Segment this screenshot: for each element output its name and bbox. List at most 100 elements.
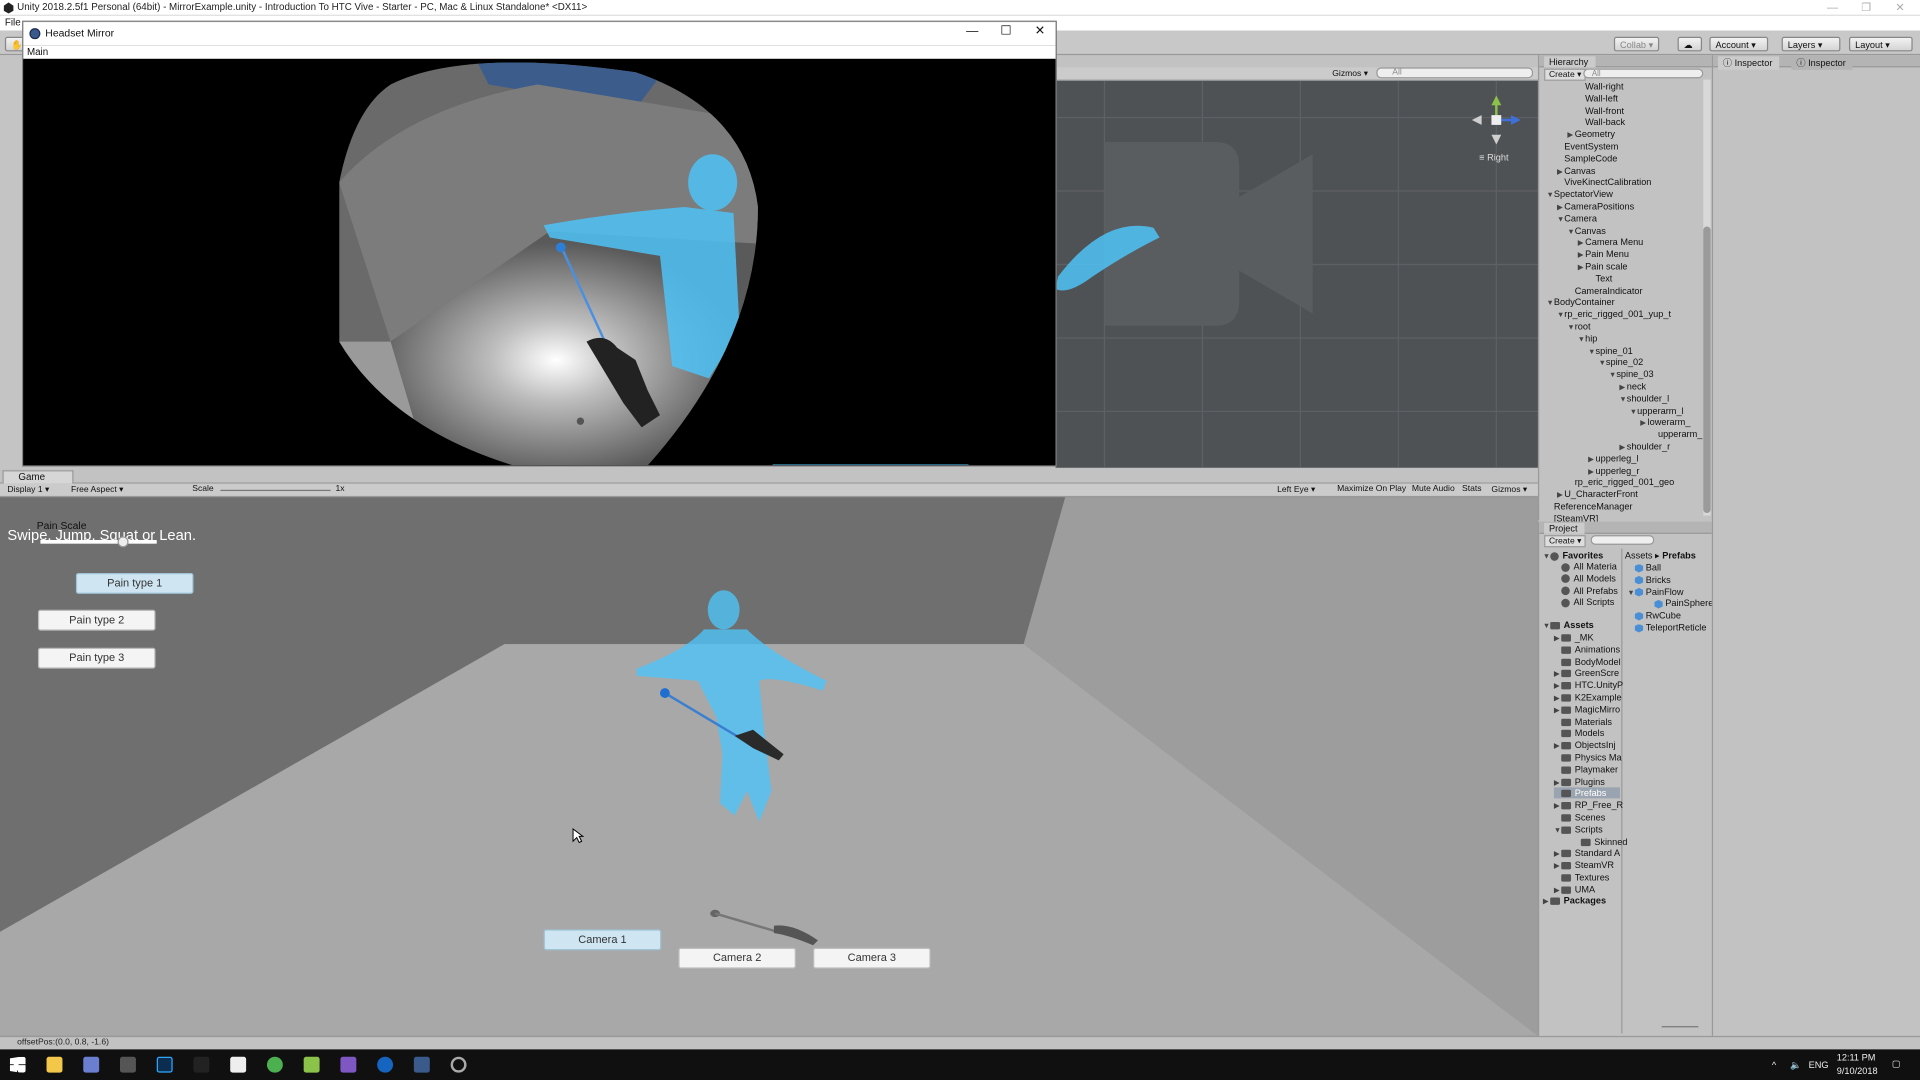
steam-icon[interactable] [377,1056,394,1073]
file-explorer-icon[interactable] [46,1056,63,1073]
expanded-arrow-icon[interactable]: ▼ [1578,336,1585,343]
collapsed-arrow-icon[interactable]: ▼ [1554,828,1561,835]
inspector-tab-1[interactable]: ⓘ Inspector [1717,56,1780,70]
hierarchy-row[interactable]: ▶ upperleg_l [1588,453,1638,464]
collapsed-arrow-icon[interactable]: ▶ [1578,263,1585,271]
collapsed-arrow-icon[interactable]: ▶ [1543,898,1550,906]
project-folder[interactable]: Materials [1554,716,1612,727]
minimize-icon[interactable]: — [1827,1,1838,13]
camera-3-button[interactable]: Camera 3 [813,947,931,969]
camera-2-button[interactable]: Camera 2 [678,947,796,969]
aspect-select[interactable]: Free Aspect ▾ [71,485,123,495]
layout-button[interactable]: Layout ▾ [1848,36,1913,52]
hierarchy-row[interactable]: ▼rp_eric_rigged_001_yup_t [1557,309,1671,320]
expanded-arrow-icon[interactable]: ▼ [1543,553,1550,560]
expanded-arrow-icon[interactable]: ▼ [1599,360,1606,367]
mirror-close-icon[interactable]: ✕ [1035,24,1045,37]
collapsed-arrow-icon[interactable]: ▶ [1554,706,1561,715]
hierarchy-row[interactable]: ▶ U_CharacterFront [1557,489,1638,500]
project-folder[interactable]: ▶ SteamVR [1554,860,1614,871]
project-folder[interactable]: ▶ Plugins [1554,776,1605,787]
collapsed-arrow-icon[interactable]: ▶ [1578,251,1585,259]
hierarchy-row[interactable]: ▶ Pain scale [1578,261,1628,272]
pain-scale-slider[interactable] [40,536,157,548]
clock-time[interactable]: 12:11 PM [1837,1052,1876,1063]
project-folder[interactable]: ▶ ObjectsInj [1554,740,1616,751]
favorite-item[interactable]: All Materia [1561,561,1617,572]
project-folder[interactable]: ▶ UMA [1554,884,1595,895]
hierarchy-row[interactable]: ▼spine_02 [1599,357,1644,368]
menu-file[interactable]: File [5,17,21,28]
project-folder[interactable]: ▶ _MK [1554,632,1594,643]
mirror-menu-main[interactable]: Main [27,47,48,58]
collapsed-arrow-icon[interactable]: ▶ [1619,383,1626,391]
project-folder[interactable]: ▶ GreenScre [1554,668,1619,679]
expanded-arrow-icon[interactable]: ▼ [1557,216,1564,223]
hierarchy-search-input[interactable]: All [1583,68,1704,79]
camera-1-button[interactable]: Camera 1 [543,929,662,951]
hierarchy-create-button[interactable]: Create ▾ [1544,68,1587,81]
pain-scale-handle[interactable] [116,536,128,548]
hierarchy-row[interactable]: ▼Canvas [1567,225,1605,236]
git-icon[interactable] [193,1056,210,1073]
hierarchy-row[interactable]: ▼hip [1578,333,1598,344]
stats-toggle[interactable]: Stats [1462,485,1482,494]
unity-taskbar-icon[interactable] [230,1056,247,1073]
hierarchy-row[interactable]: ▶ Pain Menu [1578,249,1629,260]
scene-view[interactable]: ≡ Right [1055,80,1538,468]
hierarchy-row[interactable]: ▼spine_03 [1609,369,1654,380]
hierarchy-tab[interactable]: Hierarchy [1544,56,1596,68]
expanded-arrow-icon[interactable]: ▼ [1630,408,1637,415]
game-gizmos-button[interactable]: Gizmos ▾ [1491,485,1527,495]
hierarchy-row[interactable]: ▶ Canvas [1557,165,1595,176]
prefab-item[interactable]: RwCube [1627,610,1681,621]
packages-root[interactable]: ▶ Packages [1543,895,1606,906]
hierarchy-row[interactable]: SampleCode [1557,153,1617,164]
hierarchy-row[interactable]: Text [1588,273,1613,284]
hierarchy-row[interactable]: ▼SpectatorView [1547,189,1613,200]
collapsed-arrow-icon[interactable]: ▶ [1554,694,1561,703]
collapsed-arrow-icon[interactable]: ▶ [1557,203,1564,211]
collapsed-arrow-icon[interactable]: ▶ [1554,850,1561,858]
hierarchy-row[interactable]: EventSystem [1557,141,1618,152]
collapsed-arrow-icon[interactable]: ▶ [1640,419,1647,427]
hierarchy-row[interactable]: ViveKinectCalibration [1557,177,1651,188]
hierarchy-row[interactable]: CameraIndicator [1567,285,1643,296]
tray-chevron-icon[interactable]: ^ [1772,1059,1776,1070]
scene-gizmos-button[interactable]: Gizmos ▾ [1332,69,1368,79]
hierarchy-row[interactable]: Wall-left [1578,93,1618,104]
collapsed-arrow-icon[interactable]: ▶ [1554,682,1561,690]
notepad-icon[interactable] [303,1056,320,1073]
hierarchy-row[interactable]: ▼upperarm_l [1630,405,1684,416]
hierarchy-scrollbar[interactable] [1703,79,1711,516]
eye-select[interactable]: Left Eye ▾ [1277,485,1315,495]
project-folder[interactable]: Skinned [1573,836,1627,847]
hierarchy-row[interactable]: ▶ Camera Menu [1578,237,1644,248]
project-folder[interactable]: ▶ RP_Free_R [1554,800,1623,811]
save-icon[interactable] [83,1056,100,1073]
pain-type-2-button[interactable]: Pain type 2 [37,609,156,631]
layers-button[interactable]: Layers ▾ [1781,36,1841,52]
expanded-arrow-icon[interactable]: ▼ [1547,300,1554,307]
expanded-arrow-icon[interactable]: ▼ [1557,312,1564,319]
project-folder[interactable]: Models [1554,728,1604,739]
collapsed-arrow-icon[interactable]: ▶ [1554,670,1561,678]
hierarchy-row[interactable]: upperarm_ [1651,429,1702,440]
hierarchy-row[interactable]: ▼shoulder_l [1619,393,1669,404]
collapsed-arrow-icon[interactable]: ▶ [1619,443,1626,451]
prefab-item[interactable]: Bricks [1627,574,1671,585]
collapsed-arrow-icon[interactable]: ▶ [1554,862,1561,870]
expanded-arrow-icon[interactable]: ▼ [1619,396,1626,403]
settings-icon[interactable] [450,1056,467,1073]
hierarchy-row[interactable]: ▼Camera [1557,213,1597,224]
collapsed-arrow-icon[interactable]: ▶ [1554,778,1561,787]
scale-slider[interactable] [220,489,331,492]
project-folder[interactable]: Textures [1554,872,1609,883]
expanded-arrow-icon[interactable]: ▼ [1547,192,1554,199]
prefab-item[interactable]: Ball [1627,562,1661,573]
tab-game[interactable]: Game [2,470,74,484]
pain-type-3-button[interactable]: Pain type 3 [37,647,156,669]
project-folder[interactable]: Prefabs [1553,787,1621,799]
prefab-item[interactable]: PainSphere [1647,598,1713,609]
project-folder[interactable]: ▶ MagicMirro [1554,704,1620,715]
